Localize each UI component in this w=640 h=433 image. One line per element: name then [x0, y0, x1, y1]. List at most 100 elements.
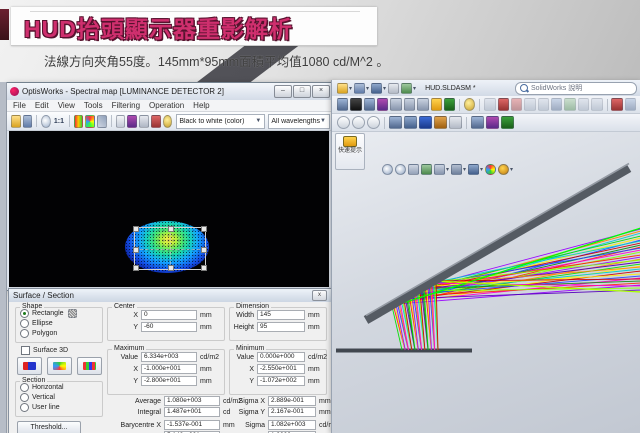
selection-handle[interactable] — [133, 247, 139, 253]
menu-item-filtering[interactable]: Filtering — [112, 101, 140, 110]
close-button[interactable]: × — [312, 85, 330, 98]
false-color-icon[interactable] — [74, 115, 84, 128]
toolbar-icon[interactable] — [564, 98, 575, 111]
colormap-button[interactable] — [17, 357, 42, 375]
render-icon[interactable] — [431, 98, 442, 111]
dimension-tool-icon[interactable] — [390, 98, 401, 111]
center-x-field[interactable]: 0 — [141, 310, 197, 320]
simulation-icon[interactable] — [444, 98, 455, 111]
search-input[interactable]: SolidWorks 說明 — [531, 83, 582, 93]
assembly-icon[interactable] — [389, 116, 402, 129]
component-icon[interactable] — [404, 116, 417, 129]
zoom-area-icon[interactable] — [395, 164, 406, 175]
new-document-icon[interactable] — [337, 83, 348, 94]
menu-item-help[interactable]: Help — [193, 101, 209, 110]
rgb-grid-button[interactable] — [77, 357, 102, 375]
optis-plugin-icon[interactable] — [471, 116, 484, 129]
min-x-field[interactable]: -2.550e+001 — [257, 364, 305, 374]
optisworks-titlebar[interactable]: OptisWorks - Spectral map [LUMINANCE DET… — [7, 83, 333, 100]
wavelength-select[interactable]: All wavelengths ▼ — [268, 114, 330, 129]
menu-item-operation[interactable]: Operation — [149, 101, 184, 110]
levels-icon[interactable] — [139, 115, 149, 128]
max-x-field[interactable]: -1.000e+001 — [141, 364, 197, 374]
forward-icon[interactable] — [352, 116, 365, 129]
toolbar-icon[interactable] — [511, 98, 522, 111]
appearance-editor-icon[interactable] — [434, 116, 447, 129]
exploded-view-icon[interactable] — [611, 98, 622, 111]
radio-polygon[interactable]: Polygon — [20, 329, 102, 338]
help-icon[interactable] — [464, 98, 475, 111]
center-y-field[interactable]: -60 — [141, 322, 197, 332]
radio-ellipse[interactable]: Ellipse — [20, 319, 102, 328]
menu-item-tools[interactable]: Tools — [84, 101, 103, 110]
width-field[interactable]: 145 — [257, 310, 305, 320]
threshold-button[interactable]: Threshold... — [17, 421, 81, 433]
simulation-setup-icon[interactable] — [486, 116, 499, 129]
radio-vertical[interactable]: Vertical — [20, 393, 102, 402]
zoom-icon[interactable] — [41, 115, 51, 128]
appearance-icon[interactable] — [485, 164, 496, 175]
min-y-field[interactable]: -1.072e+002 — [257, 376, 305, 386]
selection-handle[interactable] — [168, 226, 174, 232]
zoom-fit-icon[interactable] — [382, 164, 393, 175]
barycentre-x-field[interactable]: -1.537e-001 — [164, 420, 220, 430]
edit-part-icon[interactable] — [419, 116, 432, 129]
selection-handle[interactable] — [201, 265, 207, 271]
sketch-tool-icon[interactable] — [404, 98, 415, 111]
palette-icon[interactable] — [85, 115, 95, 128]
menu-item-view[interactable]: View — [58, 101, 75, 110]
selection-rectangle[interactable] — [134, 227, 206, 270]
quick-tips-button[interactable]: 快速提示 — [335, 133, 365, 170]
max-value-field[interactable]: 6.334e+003 — [141, 352, 197, 362]
clipboard-icon[interactable] — [116, 115, 126, 128]
feature-tool-icon[interactable] — [417, 98, 428, 111]
save-icon[interactable] — [23, 115, 33, 128]
toolbar-icon[interactable] — [524, 98, 535, 111]
view-orientation-icon[interactable] — [434, 164, 445, 175]
open-icon[interactable] — [11, 115, 21, 128]
solidworks-titlebar[interactable]: ▾ ▾ ▾ ▾ HUD.SLDASM * SolidWorks 說明 — [332, 80, 640, 96]
toolbar-icon[interactable] — [538, 98, 549, 111]
zoom-tool-icon[interactable] — [337, 98, 348, 111]
toolbar-icon[interactable] — [551, 98, 562, 111]
scene-icon[interactable] — [498, 164, 509, 175]
selection-handle[interactable] — [133, 265, 139, 271]
toolbar-icon[interactable] — [484, 98, 495, 111]
checkbox-surface-3d[interactable]: Surface 3D — [21, 346, 68, 355]
rebuild-icon[interactable] — [401, 83, 412, 94]
measure-tool-icon[interactable] — [350, 98, 361, 111]
sigma-field[interactable]: 1.082e+003 — [268, 420, 316, 430]
average-field[interactable]: 1.080e+003 — [164, 396, 220, 406]
colormap-select[interactable]: Black to white (color) ▼ — [176, 114, 265, 129]
max-y-field[interactable]: -2.800e+001 — [141, 376, 197, 386]
save-icon[interactable] — [371, 83, 382, 94]
measure-icon[interactable] — [97, 115, 107, 128]
toolbar-icon[interactable] — [578, 98, 589, 111]
cie-diagram-button[interactable] — [47, 357, 72, 375]
hide-show-items-icon[interactable] — [468, 164, 479, 175]
dialog-titlebar[interactable]: Surface / Section x — [9, 289, 331, 302]
min-value-field[interactable]: 0.000e+000 — [257, 352, 305, 362]
minimize-button[interactable]: – — [274, 85, 292, 98]
dialog-close-button[interactable]: x — [312, 290, 327, 301]
sigma-y-field[interactable]: 2.167e-001 — [268, 407, 316, 417]
open-icon[interactable] — [354, 83, 365, 94]
selection-handle[interactable] — [201, 226, 207, 232]
previous-view-icon[interactable] — [408, 164, 419, 175]
display-style-icon[interactable] — [451, 164, 462, 175]
zoom-1to1-button[interactable]: 1:1 — [54, 118, 64, 125]
height-field[interactable]: 95 — [257, 322, 305, 332]
radio-horizontal[interactable]: Horizontal — [20, 383, 102, 392]
mass-properties-icon[interactable] — [364, 98, 375, 111]
print-icon[interactable] — [388, 83, 399, 94]
mate-icon[interactable] — [498, 98, 509, 111]
section-view-icon[interactable] — [421, 164, 432, 175]
menu-item-file[interactable]: File — [13, 101, 26, 110]
search-box[interactable]: SolidWorks 說明 — [515, 82, 637, 95]
refresh-icon[interactable] — [367, 116, 380, 129]
bulb-icon[interactable] — [163, 115, 173, 128]
render-preview-icon[interactable] — [501, 116, 514, 129]
selection-handle[interactable] — [201, 247, 207, 253]
toolbar-icon[interactable] — [625, 98, 636, 111]
spectral-map-canvas[interactable] — [9, 131, 329, 287]
